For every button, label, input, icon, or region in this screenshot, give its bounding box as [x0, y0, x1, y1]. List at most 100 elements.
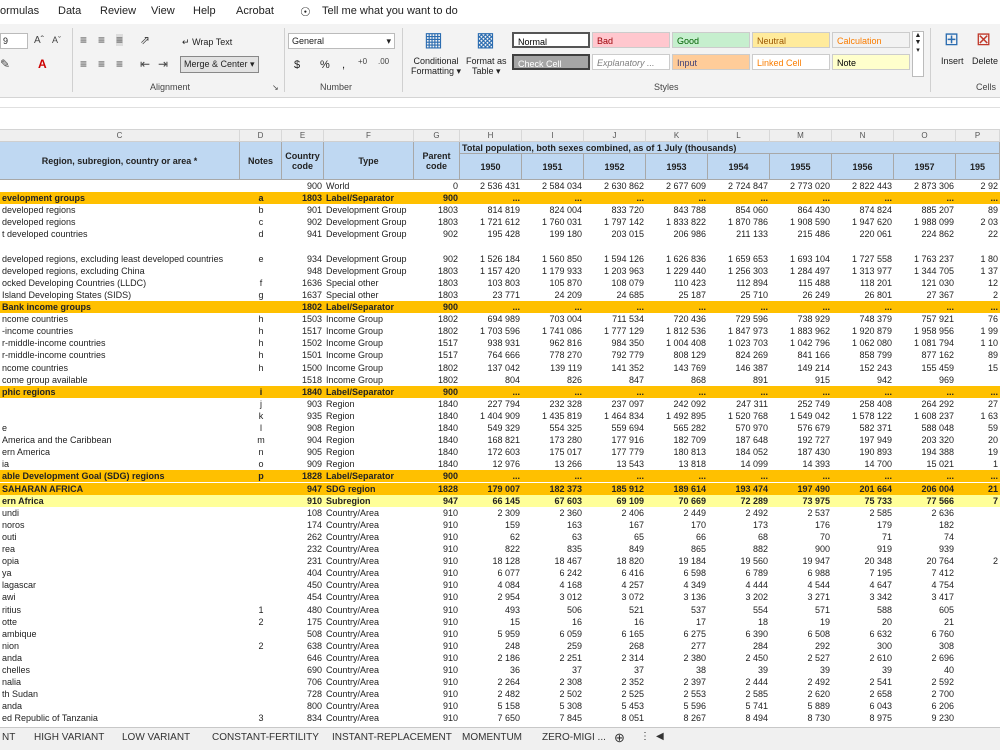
cell-value[interactable]: 170 [646, 519, 708, 531]
cell-note[interactable] [240, 676, 282, 688]
cell-code[interactable]: 232 [282, 543, 324, 555]
cell-value[interactable]: 76 [956, 313, 1000, 325]
cell-parent[interactable]: 1802 [414, 362, 460, 374]
cell-parent[interactable]: 1517 [414, 349, 460, 361]
cell-value[interactable]: 565 282 [646, 422, 708, 434]
cell-value[interactable]: 1 344 705 [894, 265, 956, 277]
orientation-icon[interactable]: ⇗ [140, 34, 150, 46]
cell-code[interactable]: 934 [282, 253, 324, 265]
cell-value[interactable]: 15 021 [894, 458, 956, 470]
cell-note[interactable] [240, 591, 282, 603]
cell-code[interactable]: 1637 [282, 289, 324, 301]
cell-value[interactable]: 13 543 [584, 458, 646, 470]
cell-value[interactable]: 89 [956, 349, 1000, 361]
cell-value[interactable]: 764 666 [460, 349, 522, 361]
cell-value[interactable]: 73 975 [770, 495, 832, 507]
cell-value[interactable] [956, 543, 1000, 555]
cell-value[interactable]: 118 201 [832, 277, 894, 289]
cell-note[interactable]: c [240, 216, 282, 228]
cell-parent[interactable]: 910 [414, 519, 460, 531]
cell-parent[interactable]: 900 [414, 301, 460, 313]
cell-value[interactable]: 1 693 104 [770, 253, 832, 265]
cell-value[interactable]: 493 [460, 604, 522, 616]
cell-value[interactable]: 13 818 [646, 458, 708, 470]
cell-value[interactable]: 139 119 [522, 362, 584, 374]
style-explanatory[interactable]: Explanatory ... [592, 54, 670, 70]
cell-value[interactable]: 6 632 [832, 628, 894, 640]
cell-note[interactable] [240, 495, 282, 507]
conditional-formatting-icon[interactable]: ▦ [424, 30, 443, 50]
cell-value[interactable] [956, 579, 1000, 591]
cell-value[interactable]: ... [460, 470, 522, 482]
scroll-left-icon[interactable]: ◀ [656, 731, 664, 742]
align-center-icon[interactable]: ≡ [98, 58, 105, 70]
cell-value[interactable]: 1 727 558 [832, 253, 894, 265]
cell-parent[interactable]: 910 [414, 652, 460, 664]
cell-type[interactable]: Development Group [324, 216, 414, 228]
cell-value[interactable]: 277 [646, 640, 708, 652]
cell-value[interactable] [956, 567, 1000, 579]
cell-value[interactable]: 1 023 703 [708, 337, 770, 349]
cell-parent[interactable]: 910 [414, 555, 460, 567]
cell-value[interactable]: 847 [584, 374, 646, 386]
cell-note[interactable]: m [240, 434, 282, 446]
cell-code[interactable]: 935 [282, 410, 324, 422]
cell-value[interactable]: 4 754 [894, 579, 956, 591]
cell-value[interactable]: 248 [460, 640, 522, 652]
cell-type[interactable]: Region [324, 398, 414, 410]
cell-value[interactable]: 6 988 [770, 567, 832, 579]
cell-value[interactable]: 232 328 [522, 398, 584, 410]
cell-value[interactable]: 63 [522, 531, 584, 543]
cell-value[interactable] [956, 628, 1000, 640]
cell-note[interactable]: h [240, 362, 282, 374]
cell-region[interactable]: developed regions, excluding China [0, 265, 240, 277]
cell-value[interactable]: ... [584, 192, 646, 204]
cell-code[interactable]: 900 [282, 180, 324, 192]
cell-value[interactable]: 2 658 [832, 688, 894, 700]
cell-value[interactable]: 21 [894, 616, 956, 628]
cell-value[interactable]: 2 610 [832, 652, 894, 664]
cell-note[interactable] [240, 579, 282, 591]
cell-value[interactable]: 900 [770, 543, 832, 555]
cell-value[interactable]: 6 275 [646, 628, 708, 640]
cell-value[interactable]: 1 284 497 [770, 265, 832, 277]
cell-code[interactable]: 480 [282, 604, 324, 616]
cell-type[interactable]: Development Group [324, 228, 414, 240]
column-header-c[interactable]: C [0, 130, 240, 142]
cell-value[interactable]: 12 976 [460, 458, 522, 470]
cell-value[interactable] [956, 640, 1000, 652]
cell-code[interactable]: 941 [282, 228, 324, 240]
cell-region[interactable]: noros [0, 519, 240, 531]
cell-value[interactable]: ... [584, 301, 646, 313]
cell-value[interactable]: 804 [460, 374, 522, 386]
cell-value[interactable]: 184 052 [708, 446, 770, 458]
cell-value[interactable]: 3 271 [770, 591, 832, 603]
cell-value[interactable]: 1 081 794 [894, 337, 956, 349]
cell-note[interactable]: 3 [240, 712, 282, 724]
cell-value[interactable]: 4 349 [646, 579, 708, 591]
cell-value[interactable]: 19 184 [646, 555, 708, 567]
cell-value[interactable]: 962 816 [522, 337, 584, 349]
dialog-launcher-icon[interactable]: ↘ [272, 84, 279, 92]
cell-value[interactable]: 176 [770, 519, 832, 531]
cell-region[interactable]: America and the Caribbean [0, 434, 240, 446]
cell-value[interactable]: 189 614 [646, 483, 708, 495]
menu-acrobat[interactable]: Acrobat [236, 5, 274, 17]
cell-value[interactable]: 858 799 [832, 349, 894, 361]
cell-code[interactable]: 910 [282, 495, 324, 507]
cell-value[interactable]: 14 700 [832, 458, 894, 470]
cell-value[interactable]: 177 916 [584, 434, 646, 446]
cell-code[interactable]: 901 [282, 204, 324, 216]
cell-value[interactable]: 576 679 [770, 422, 832, 434]
cell-value[interactable]: 2 620 [770, 688, 832, 700]
cell-value[interactable]: 5 596 [646, 700, 708, 712]
cell-value[interactable]: 1 777 129 [584, 325, 646, 337]
cell-value[interactable]: 110 423 [646, 277, 708, 289]
cell-value[interactable]: 2 700 [894, 688, 956, 700]
cell-note[interactable]: p [240, 470, 282, 482]
cell-type[interactable]: Label/Separator [324, 192, 414, 204]
cell-value[interactable]: 242 092 [646, 398, 708, 410]
cell-value[interactable]: 4 084 [460, 579, 522, 591]
cell-value[interactable]: 984 350 [584, 337, 646, 349]
cell-value[interactable]: 2 492 [770, 676, 832, 688]
